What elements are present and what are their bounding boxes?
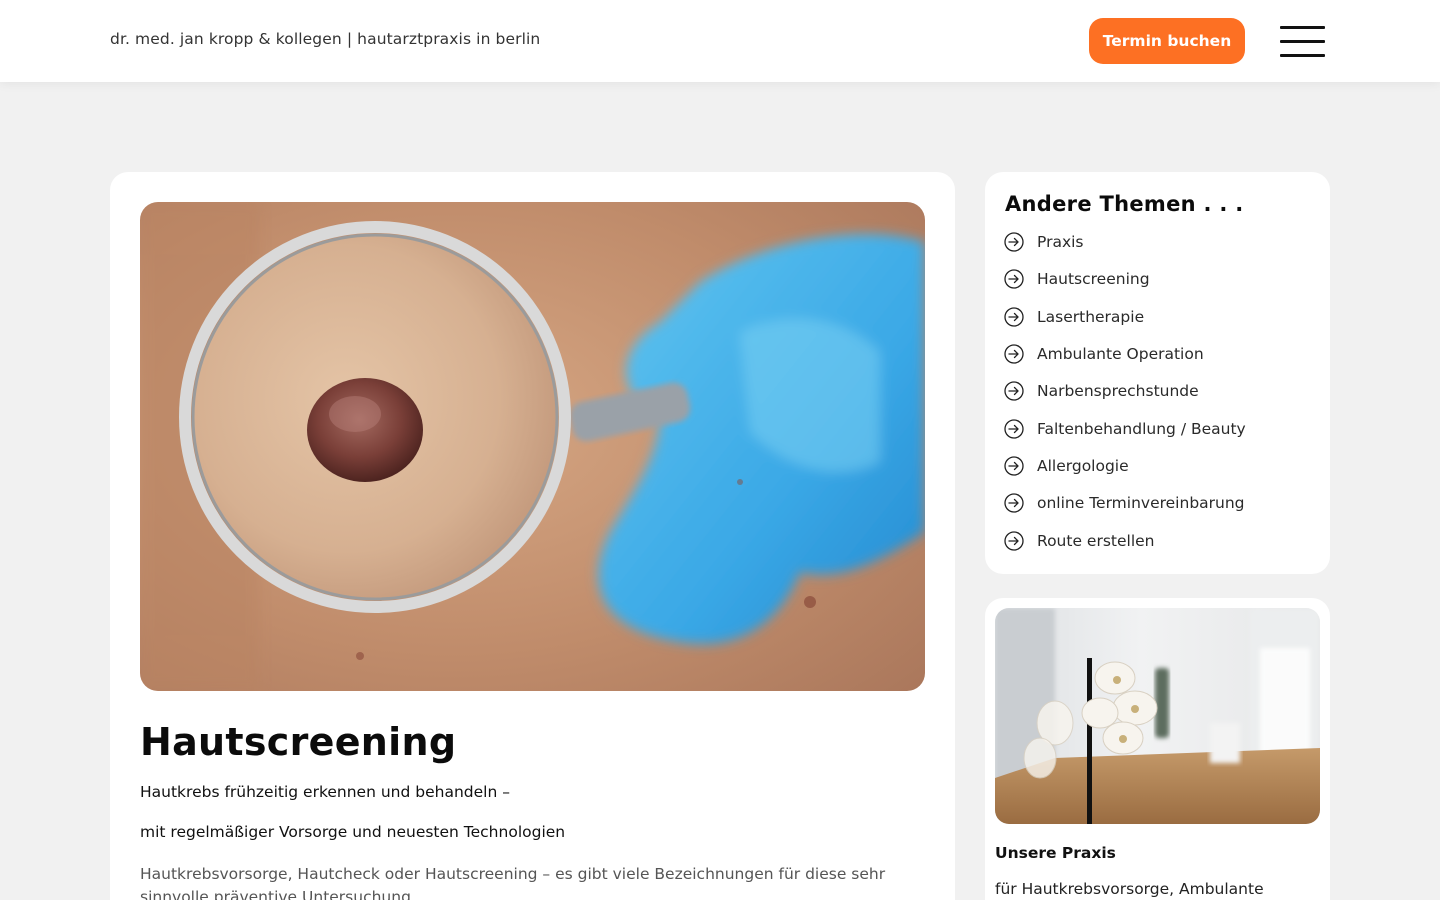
site-brand[interactable]: dr. med. jan kropp & kollegen | hautarzt… <box>110 30 540 48</box>
arrow-circle-right-icon <box>1004 381 1024 401</box>
subtitle-line-2: mit regelmäßiger Vorsorge und neuesten T… <box>140 823 566 841</box>
arrow-circle-right-icon <box>1004 493 1024 513</box>
topic-label: Hautscreening <box>1037 270 1150 288</box>
arrow-circle-right-icon <box>1004 344 1024 364</box>
topic-link-faltenbehandlung[interactable]: Faltenbehandlung / Beauty <box>1004 417 1246 441</box>
topic-label: online Terminvereinbarung <box>1037 494 1245 512</box>
arrow-circle-right-icon <box>1004 269 1024 289</box>
book-appointment-button[interactable]: Termin buchen <box>1089 18 1245 64</box>
topic-label: Lasertherapie <box>1037 308 1145 326</box>
practice-card-text: für Hautkrebsvorsorge, Ambulante <box>995 880 1264 898</box>
arrow-circle-right-icon <box>1004 307 1024 327</box>
topic-label: Ambulante Operation <box>1037 345 1204 363</box>
topic-link-lasertherapie[interactable]: Lasertherapie <box>1004 305 1144 329</box>
topic-label: Narbensprechstunde <box>1037 382 1199 400</box>
topic-link-online-terminvereinbarung[interactable]: online Terminvereinbarung <box>1004 491 1245 515</box>
our-practice-card[interactable]: Unsere Praxis für Hautkrebsvorsorge, Amb… <box>985 598 1330 900</box>
topic-link-praxis[interactable]: Praxis <box>1004 230 1084 254</box>
topic-link-allergologie[interactable]: Allergologie <box>1004 454 1129 478</box>
hamburger-menu-icon[interactable] <box>1280 26 1325 58</box>
topic-link-narbensprechstunde[interactable]: Narbensprechstunde <box>1004 379 1199 403</box>
topic-link-ambulante-operation[interactable]: Ambulante Operation <box>1004 342 1204 366</box>
arrow-circle-right-icon <box>1004 531 1024 551</box>
practice-card-title: Unsere Praxis <box>995 844 1116 862</box>
subtitle-line-1: Hautkrebs frühzeitig erkennen und behand… <box>140 783 510 801</box>
page-title: Hautscreening <box>140 720 457 764</box>
arrow-circle-right-icon <box>1004 456 1024 476</box>
topic-link-hautscreening[interactable]: Hautscreening <box>1004 267 1150 291</box>
topic-label: Faltenbehandlung / Beauty <box>1037 420 1246 438</box>
topic-label: Praxis <box>1037 233 1084 251</box>
site-header: dr. med. jan kropp & kollegen | hautarzt… <box>0 0 1440 82</box>
topic-link-route-erstellen[interactable]: Route erstellen <box>1004 529 1155 553</box>
topic-label: Allergologie <box>1037 457 1129 475</box>
other-topics-card: Andere Themen . . . Praxis Hautscreening… <box>985 172 1330 574</box>
arrow-circle-right-icon <box>1004 232 1024 252</box>
other-topics-title: Andere Themen . . . <box>1005 192 1244 216</box>
practice-image[interactable] <box>995 608 1320 824</box>
topic-label: Route erstellen <box>1037 532 1155 550</box>
article-body: Hautkrebsvorsorge, Hautcheck oder Hautsc… <box>140 865 886 900</box>
hero-image <box>140 202 925 691</box>
article-card: Hautscreening Hautkrebs frühzeitig erken… <box>110 172 955 900</box>
arrow-circle-right-icon <box>1004 419 1024 439</box>
